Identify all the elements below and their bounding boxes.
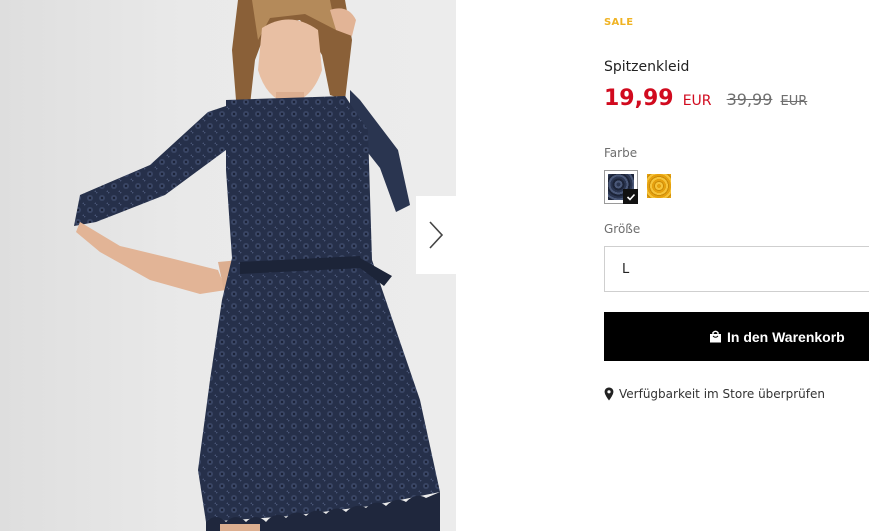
store-availability-link[interactable]: Verfügbarkeit im Store überprüfen <box>604 387 825 401</box>
add-to-cart-button[interactable]: In den Warenkorb <box>604 312 869 361</box>
color-label: Farbe <box>604 146 638 160</box>
size-label: Größe <box>604 222 641 236</box>
add-to-cart-label: In den Warenkorb <box>727 328 845 345</box>
size-selected-value: L <box>622 262 630 277</box>
old-price: 39,99 <box>726 90 773 109</box>
selected-check-icon <box>623 189 638 204</box>
store-availability-label: Verfügbarkeit im Store überprüfen <box>619 387 825 401</box>
product-title: Spitzenkleid <box>604 59 690 75</box>
price-block: 19,99 EUR 39,99 EUR <box>604 86 807 111</box>
shopping-bag-icon <box>710 330 721 343</box>
size-select[interactable]: L <box>604 246 869 292</box>
current-price-currency: EUR <box>682 93 712 109</box>
chevron-right-icon <box>429 221 444 249</box>
sale-badge: SALE <box>604 17 634 28</box>
current-price: 19,99 <box>604 86 674 111</box>
model-photo <box>74 0 440 531</box>
color-swatch-navy[interactable] <box>604 170 638 204</box>
product-image <box>0 0 456 531</box>
old-price-currency: EUR <box>780 94 808 109</box>
location-pin-icon <box>604 387 614 401</box>
gallery-next-button[interactable] <box>416 196 456 274</box>
color-swatch-yellow[interactable] <box>647 174 671 198</box>
